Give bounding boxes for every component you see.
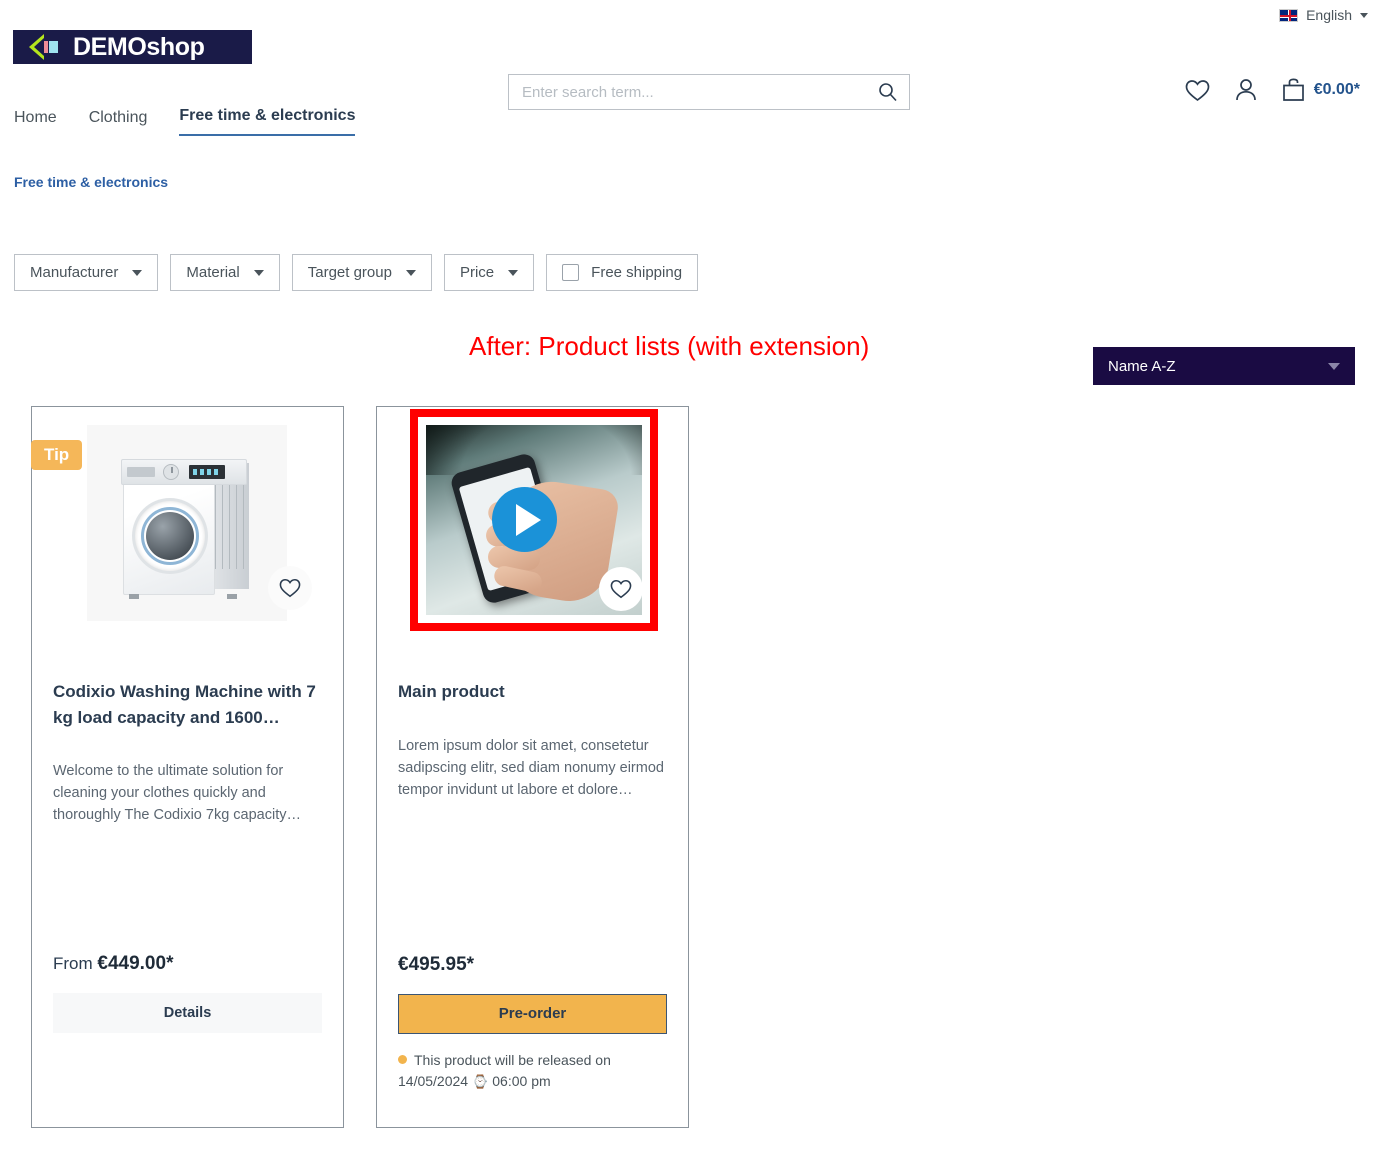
language-label: English bbox=[1306, 7, 1352, 23]
logo-text: DEMOshop bbox=[73, 32, 205, 61]
search-icon bbox=[879, 83, 897, 102]
logo[interactable]: DEMOshop bbox=[13, 30, 252, 64]
product-description: Welcome to the ultimate solution for cle… bbox=[53, 763, 301, 824]
nav-item-free-time-electronics[interactable]: Free time & electronics bbox=[179, 107, 356, 136]
product-card[interactable]: Tip Codixio Washing Machine with 7 kg lo… bbox=[31, 406, 344, 1128]
free-shipping-checkbox[interactable] bbox=[562, 264, 580, 281]
filter-material[interactable]: Material bbox=[170, 254, 280, 291]
watch-icon: ⌚ bbox=[472, 1074, 489, 1090]
washing-machine-image[interactable] bbox=[87, 425, 287, 621]
status-dot-icon bbox=[398, 1054, 407, 1064]
product-body: Main product Lorem ipsum dolor sit amet,… bbox=[377, 631, 688, 1127]
chevron-down-icon bbox=[132, 269, 143, 276]
breadcrumb[interactable]: Free time & electronics bbox=[0, 136, 1382, 190]
product-description: Lorem ipsum dolor sit amet, consetetur s… bbox=[398, 737, 664, 798]
sorting-dropdown[interactable]: Name A-Z bbox=[1093, 347, 1355, 385]
user-icon bbox=[1235, 79, 1256, 101]
product-price: €495.95* bbox=[398, 954, 667, 976]
heart-icon bbox=[1185, 79, 1210, 101]
chevron-down-icon bbox=[1328, 362, 1340, 370]
price-value: €495.95* bbox=[398, 953, 475, 975]
heart-icon bbox=[279, 578, 301, 598]
release-info: This product will be released on 14/05/2… bbox=[398, 1050, 667, 1093]
chevron-logo-icon bbox=[29, 34, 63, 60]
filter-bar: Manufacturer Material Target group Price… bbox=[0, 190, 1382, 291]
annotation-label: After: Product lists (with extension) bbox=[469, 331, 870, 361]
cart-total: €0.00* bbox=[1313, 81, 1360, 98]
nav-item-clothing[interactable]: Clothing bbox=[89, 109, 148, 136]
heart-icon bbox=[610, 579, 632, 599]
product-grid: Tip Codixio Washing Machine with 7 kg lo… bbox=[31, 406, 689, 1128]
header-actions: €0.00* bbox=[1185, 78, 1360, 102]
preorder-button[interactable]: Pre-order bbox=[398, 993, 667, 1034]
price-prefix: From bbox=[53, 954, 98, 973]
search-input[interactable] bbox=[509, 83, 867, 101]
filter-manufacturer[interactable]: Manufacturer bbox=[14, 254, 159, 291]
free-shipping-label: Free shipping bbox=[591, 264, 683, 281]
product-card[interactable]: Main product Lorem ipsum dolor sit amet,… bbox=[376, 406, 689, 1128]
language-selector[interactable]: English bbox=[1279, 7, 1368, 23]
filter-price-label: Price bbox=[459, 264, 495, 281]
search-bar[interactable] bbox=[508, 74, 910, 110]
wishlist-toggle[interactable] bbox=[599, 567, 643, 611]
chevron-down-icon bbox=[253, 269, 264, 276]
search-button[interactable] bbox=[867, 75, 909, 109]
nav-item-home[interactable]: Home bbox=[14, 109, 57, 136]
sorting-selected-label: Name A-Z bbox=[1108, 357, 1176, 375]
caret-down-icon bbox=[1360, 12, 1368, 18]
site-header: DEMOshop €0.00* bbox=[0, 30, 1382, 110]
product-media bbox=[377, 407, 688, 631]
filter-free-shipping[interactable]: Free shipping bbox=[546, 254, 699, 291]
play-button-icon[interactable] bbox=[492, 487, 557, 552]
filter-target-group-label: Target group bbox=[307, 264, 392, 281]
details-button[interactable]: Details bbox=[53, 993, 322, 1033]
product-body: Codixio Washing Machine with 7 kg load c… bbox=[32, 631, 343, 1127]
badge-tip: Tip bbox=[31, 440, 83, 470]
release-text: This product will be released on bbox=[414, 1051, 611, 1068]
chevron-down-icon bbox=[405, 269, 416, 276]
filter-price[interactable]: Price bbox=[443, 254, 535, 291]
product-price: From €449.00* bbox=[53, 953, 322, 975]
wishlist-button[interactable] bbox=[1185, 79, 1210, 102]
shopping-bag-icon bbox=[1282, 78, 1304, 101]
wishlist-toggle[interactable] bbox=[268, 566, 312, 610]
product-title[interactable]: Codixio Washing Machine with 7 kg load c… bbox=[53, 679, 322, 730]
filter-manufacturer-label: Manufacturer bbox=[30, 264, 119, 281]
filter-target-group[interactable]: Target group bbox=[291, 254, 432, 291]
price-value: €449.00* bbox=[97, 953, 174, 974]
cart-button[interactable]: €0.00* bbox=[1282, 78, 1360, 102]
release-date: 14/05/2024 bbox=[398, 1073, 469, 1090]
account-button[interactable] bbox=[1235, 78, 1257, 102]
product-media: Tip bbox=[31, 407, 343, 631]
language-bar: English bbox=[0, 0, 1382, 30]
product-title[interactable]: Main product bbox=[398, 679, 667, 705]
filter-material-label: Material bbox=[186, 264, 240, 281]
uk-flag-icon bbox=[1279, 8, 1299, 22]
chevron-down-icon bbox=[508, 269, 519, 276]
release-time: 06:00 pm bbox=[492, 1073, 551, 1090]
